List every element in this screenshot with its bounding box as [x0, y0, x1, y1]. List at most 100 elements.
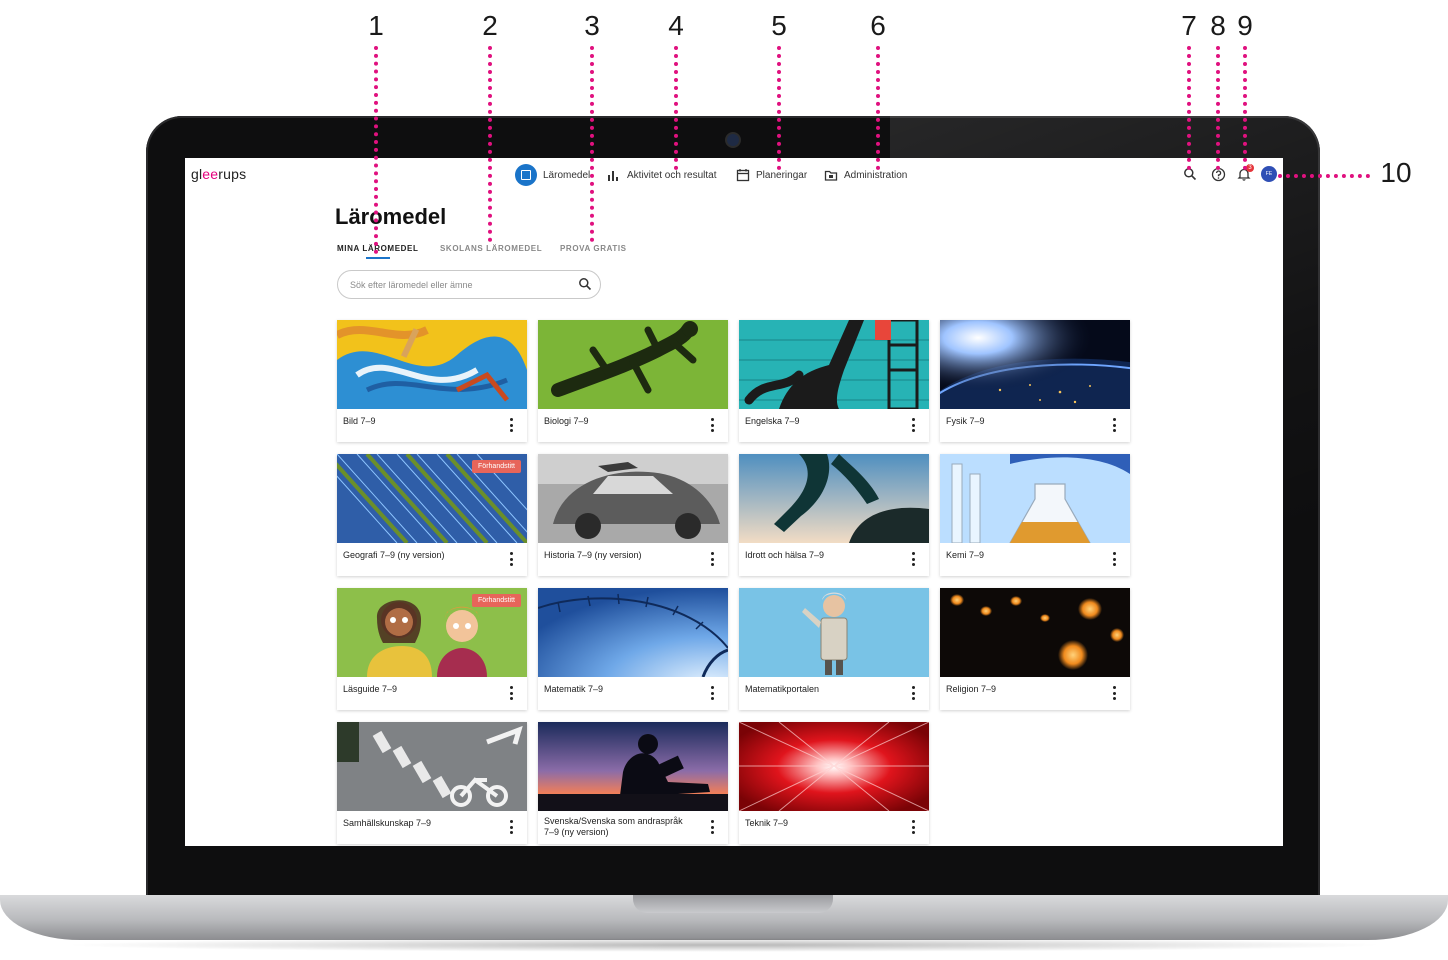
more-options-icon[interactable]: [710, 418, 714, 432]
active-tab-indicator: [366, 257, 390, 259]
user-avatar[interactable]: FE: [1261, 166, 1277, 182]
callout-line-9: [1243, 46, 1247, 170]
callout-line-2: [488, 46, 492, 242]
more-options-icon[interactable]: [710, 686, 714, 700]
course-card-religion[interactable]: Religion 7–9: [940, 588, 1130, 710]
course-card-kemi[interactable]: Kemi 7–9: [940, 454, 1130, 576]
more-options-icon[interactable]: [1112, 418, 1116, 432]
course-card-lasguide[interactable]: Förhandstitt Läsguide 7–9: [337, 588, 527, 710]
course-title: Teknik 7–9: [745, 818, 789, 828]
preview-tag: Förhandstitt: [472, 594, 521, 607]
preview-tag: Förhandstitt: [472, 460, 521, 473]
more-options-icon[interactable]: [509, 418, 513, 432]
course-card-matematikportalen[interactable]: Matematikportalen: [739, 588, 929, 710]
course-card-geografi[interactable]: Förhandstitt Geografi 7–9 (ny version): [337, 454, 527, 576]
callout-line-1: [374, 46, 378, 254]
callout-9: 9: [1237, 10, 1253, 41]
nav-aktivitet[interactable]: Aktivitet och resultat: [607, 164, 716, 186]
nav-planeringar[interactable]: Planeringar: [736, 164, 807, 186]
more-options-icon[interactable]: [710, 820, 714, 834]
course-thumbnail: [739, 320, 929, 409]
course-thumbnail: [337, 722, 527, 811]
course-title: Bild 7–9: [343, 416, 376, 426]
callout-6: 6: [870, 10, 886, 41]
app-screen: gleerups Läromedel Aktivitet och resulta…: [185, 158, 1283, 846]
top-navigation: gleerups Läromedel Aktivitet och resulta…: [185, 158, 1283, 192]
course-title: Matematikportalen: [745, 684, 820, 694]
course-thumbnail: [538, 454, 728, 543]
nav-administration[interactable]: Administration: [824, 164, 907, 186]
callout-line-3: [590, 46, 594, 242]
course-title: Engelska 7–9: [745, 416, 800, 426]
more-options-icon[interactable]: [509, 820, 513, 834]
nav-administration-label: Administration: [844, 169, 908, 181]
course-title: Fysik 7–9: [946, 416, 985, 426]
course-card-historia[interactable]: Historia 7–9 (ny version): [538, 454, 728, 576]
tab-prova-gratis[interactable]: PROVA GRATIS: [560, 244, 627, 253]
tab-skolans-laromedel[interactable]: SKOLANS LÄROMEDEL: [440, 244, 542, 253]
more-options-icon[interactable]: [509, 552, 513, 566]
callout-4: 4: [668, 10, 684, 41]
search-input[interactable]: Sök efter läromedel eller ämne: [337, 270, 601, 299]
course-thumbnail: [739, 588, 929, 677]
callout-line-6: [876, 46, 880, 170]
callout-line-8: [1216, 46, 1220, 170]
callout-5: 5: [771, 10, 787, 41]
course-thumbnail: [739, 722, 929, 811]
course-title: Läsguide 7–9: [343, 684, 398, 694]
laptop-notch: [633, 895, 833, 913]
more-options-icon[interactable]: [911, 686, 915, 700]
callout-line-5: [777, 46, 781, 170]
nav-aktivitet-label: Aktivitet och resultat: [627, 169, 717, 181]
course-title: Kemi 7–9: [946, 550, 985, 560]
more-options-icon[interactable]: [710, 552, 714, 566]
callout-line-10: [1278, 174, 1370, 178]
course-thumbnail: [940, 320, 1130, 409]
folder-icon: [824, 170, 838, 181]
callout-10: 10: [1380, 157, 1412, 188]
course-title: Biologi 7–9: [544, 416, 589, 426]
more-options-icon[interactable]: [911, 418, 915, 432]
gleerups-logo[interactable]: gleerups: [191, 166, 246, 182]
callout-3: 3: [584, 10, 600, 41]
course-thumbnail: [337, 320, 527, 409]
course-card-samhallskunskap[interactable]: Samhällskunskap 7–9: [337, 722, 527, 844]
more-options-icon[interactable]: [1112, 552, 1116, 566]
course-thumbnail: [538, 588, 728, 677]
course-title: Religion 7–9: [946, 684, 997, 694]
calendar-icon: [736, 169, 750, 182]
callout-line-7: [1187, 46, 1191, 170]
course-title: Svenska/Svenska som andraspråk 7–9 (ny v…: [544, 816, 683, 837]
course-title: Geografi 7–9 (ny version): [343, 550, 445, 560]
course-card-idrott[interactable]: Idrott och hälsa 7–9: [739, 454, 929, 576]
course-card-fysik[interactable]: Fysik 7–9: [940, 320, 1130, 442]
search-icon[interactable]: [578, 277, 592, 291]
search-placeholder: Sök efter läromedel eller ämne: [350, 280, 473, 290]
course-card-bild[interactable]: Bild 7–9: [337, 320, 527, 442]
book-icon: [515, 164, 537, 186]
nav-planeringar-label: Planeringar: [756, 169, 808, 181]
nav-laromedel-label: Läromedel: [543, 169, 591, 181]
course-title: Historia 7–9 (ny version): [544, 550, 642, 560]
nav-laromedel[interactable]: Läromedel: [515, 164, 590, 186]
more-options-icon[interactable]: [1112, 686, 1116, 700]
callout-line-4: [674, 46, 678, 170]
course-title: Idrott och hälsa 7–9: [745, 550, 825, 560]
course-card-teknik[interactable]: Teknik 7–9: [739, 722, 929, 844]
more-options-icon[interactable]: [911, 552, 915, 566]
more-options-icon[interactable]: [911, 820, 915, 834]
course-title: Matematik 7–9: [544, 684, 604, 694]
page-title: Läromedel: [335, 204, 447, 229]
course-card-svenska[interactable]: Svenska/Svenska som andraspråk 7–9 (ny v…: [538, 722, 728, 844]
callout-1: 1: [368, 10, 384, 41]
course-thumbnail: [538, 722, 728, 811]
more-options-icon[interactable]: [509, 686, 513, 700]
notification-count-badge: 3: [1246, 164, 1254, 172]
course-card-engelska[interactable]: Engelska 7–9: [739, 320, 929, 442]
callout-2: 2: [482, 10, 498, 41]
course-card-matematik[interactable]: Matematik 7–9: [538, 588, 728, 710]
webcam: [727, 134, 739, 146]
stage: gleerups Läromedel Aktivitet och resulta…: [0, 0, 1448, 960]
course-card-biologi[interactable]: Biologi 7–9: [538, 320, 728, 442]
course-thumbnail: [940, 588, 1130, 677]
